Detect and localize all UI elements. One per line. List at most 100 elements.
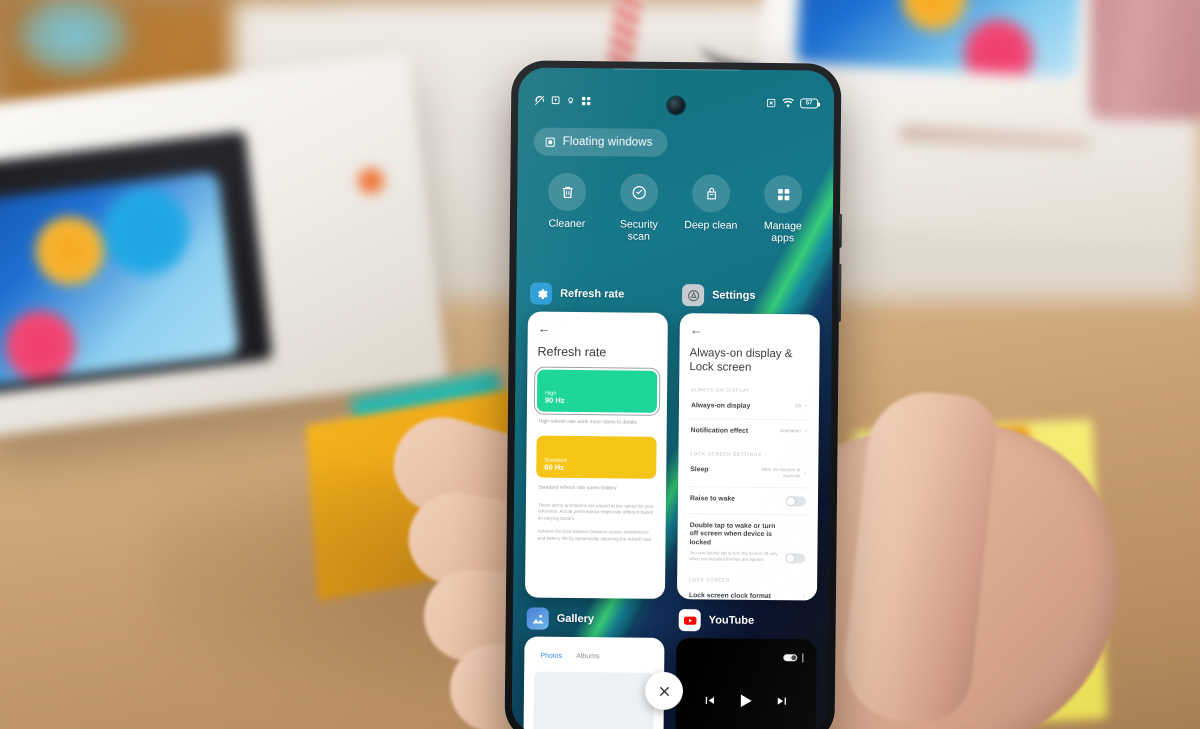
settings-row-sleep[interactable]: Sleep After 15 minutes of inactivity ›: [688, 460, 808, 485]
boxed-phone-wallpaper-left: [0, 171, 241, 390]
app-name-label: Refresh rate: [560, 287, 625, 301]
status-bar: 57: [518, 94, 834, 109]
app-name-label: Settings: [712, 289, 756, 302]
next-icon[interactable]: [774, 694, 788, 708]
double-tap-toggle[interactable]: [785, 552, 806, 563]
smartphone-device: 57 Floating windows Cleaner Security sca…: [504, 60, 842, 729]
alarm-off-icon: [766, 98, 776, 107]
location-icon: [568, 96, 573, 103]
recent-app-youtube[interactable]: YouTube: [675, 609, 817, 729]
row-main: Double tap to wake or turn off screen wh…: [689, 522, 779, 563]
tab-photos[interactable]: Photos: [540, 653, 562, 660]
battery-level-label: 57: [805, 99, 813, 106]
refresh-rate-option-high[interactable]: High 90 Hz: [533, 366, 661, 416]
screen-lock-toggle[interactable]: [782, 654, 797, 662]
row-value: Off: [794, 403, 801, 409]
close-icon: [659, 686, 669, 696]
section-header: ALWAYS-ON DISPLAY: [691, 386, 751, 393]
app-preview-card[interactable]: Photos Albums: [523, 636, 665, 729]
option-value: 60 Hz: [544, 462, 564, 472]
settings-row-raise-to-wake[interactable]: Raise to wake: [688, 489, 808, 512]
row-title: Lock screen clock format: [688, 591, 771, 600]
section-header: LOCK SCREEN SETTINGS: [690, 450, 762, 457]
recent-app-refresh-rate[interactable]: Refresh rate ← Refresh rate High 90 Hz H…: [524, 282, 668, 599]
option-value: 90 Hz: [544, 396, 565, 406]
chevron-right-icon: ›: [804, 428, 807, 435]
row-main: Notification effect: [691, 427, 748, 436]
settings-screen: ← Always-on display & Lock screen ALWAYS…: [677, 313, 820, 600]
power-button[interactable]: [838, 213, 842, 248]
recent-app-settings[interactable]: Settings ← Always-on display & Lock scre…: [676, 284, 820, 601]
cleaner-icon-wrap: [547, 172, 587, 212]
row-main: Lock screen clock format This setting do…: [689, 592, 783, 601]
row-main: Raise to wake: [690, 495, 735, 504]
settings-icon-wrap: [682, 284, 705, 307]
section-header: LOCK SCREEN: [689, 576, 730, 583]
settings-row-lock-screen-clock-format[interactable]: Lock screen clock format This setting do…: [687, 586, 807, 601]
gallery-icon: [532, 614, 544, 624]
video-playback-controls: [676, 690, 816, 711]
quick-action-label: Deep clean: [684, 219, 738, 232]
app-preview-card[interactable]: ← Always-on display & Lock screen ALWAYS…: [676, 313, 820, 601]
row-divider: [688, 485, 809, 489]
row-title: Notification effect: [690, 427, 749, 436]
info-paragraph: These demo animations are played at low …: [537, 502, 654, 521]
status-bar-right-icons: 57: [766, 97, 821, 109]
info-paragraph: Achieve the best balance between screen …: [537, 529, 653, 542]
quick-action-deep-clean[interactable]: Deep clean: [680, 174, 743, 244]
back-arrow-icon[interactable]: ←: [690, 322, 810, 337]
quick-action-label: Security scan: [619, 218, 658, 244]
settings-row-double-tap[interactable]: Double tap to wake or turn off screen wh…: [687, 516, 808, 569]
row-title: Raise to wake: [689, 494, 735, 503]
brand-dot-left: [358, 168, 384, 194]
app-name-label: YouTube: [708, 614, 755, 627]
status-bar-left-icons: [534, 95, 591, 107]
row-right: [785, 495, 807, 507]
pink-cup: [1090, 0, 1200, 120]
quick-action-cleaner[interactable]: Cleaner: [536, 172, 599, 243]
divider-bar-icon: [801, 653, 804, 663]
settings-title: Always-on display & Lock screen: [689, 347, 793, 375]
qr-scan-icon: [581, 96, 591, 105]
phone-screen[interactable]: 57 Floating windows Cleaner Security sca…: [511, 67, 835, 729]
row-right: After 15 minutes of inactivity ›: [746, 466, 807, 479]
settings-row-notification-effect[interactable]: Notification effect Animation ›: [689, 421, 809, 443]
video-lock-controls[interactable]: [782, 653, 804, 663]
app-header: Gallery: [525, 607, 665, 630]
trash-icon: [562, 186, 573, 198]
app-preview-card[interactable]: 1:29 / 1:50: [675, 638, 817, 729]
volume-button[interactable]: [837, 263, 842, 322]
recent-apps-row-bottom: Gallery Photos Albums YouTube: [512, 607, 829, 729]
grid-apps-icon: [777, 188, 789, 200]
gallery-grid[interactable]: [523, 671, 664, 729]
photo-scene: 57 Floating windows Cleaner Security sca…: [0, 0, 1200, 729]
app-preview-card[interactable]: ← Refresh rate High 90 Hz High refresh r…: [524, 311, 668, 599]
refresh-rate-title: Refresh rate: [537, 344, 607, 360]
tab-albums[interactable]: Albums: [576, 653, 599, 660]
quick-action-manage-apps[interactable]: Manage apps: [752, 174, 815, 245]
gallery-thumbnail[interactable]: [533, 671, 655, 729]
row-title: Always-on display: [690, 401, 751, 410]
previous-icon[interactable]: [703, 694, 717, 708]
play-icon[interactable]: [736, 691, 756, 711]
quick-actions-row: Cleaner Security scan Deep clean Manage …: [517, 172, 834, 245]
floating-windows-chip[interactable]: Floating windows: [533, 127, 668, 157]
row-subtitle: You can double tap to turn the screen of…: [689, 550, 778, 562]
settings-row-always-on-display[interactable]: Always-on display Off ›: [689, 396, 809, 418]
quick-action-security-scan[interactable]: Security scan: [608, 173, 671, 243]
raise-to-wake-toggle[interactable]: [785, 495, 807, 507]
close-all-button[interactable]: [644, 671, 684, 711]
row-divider: [687, 512, 808, 516]
row-title: Sleep: [690, 465, 709, 474]
earpiece-speaker: [612, 67, 741, 71]
floating-windows-label: Floating windows: [562, 135, 653, 149]
recent-app-gallery[interactable]: Gallery Photos Albums: [523, 607, 665, 729]
row-main: Sleep: [690, 466, 708, 475]
row-main: Always-on display: [691, 402, 750, 411]
chevron-right-icon: ›: [804, 403, 807, 410]
app-header: YouTube: [677, 609, 817, 632]
back-arrow-icon[interactable]: ←: [538, 321, 658, 336]
screenshot-icon: [551, 96, 560, 105]
refresh-rate-option-standard[interactable]: Standard 60 Hz: [536, 435, 657, 480]
floating-window-icon: [545, 137, 555, 147]
